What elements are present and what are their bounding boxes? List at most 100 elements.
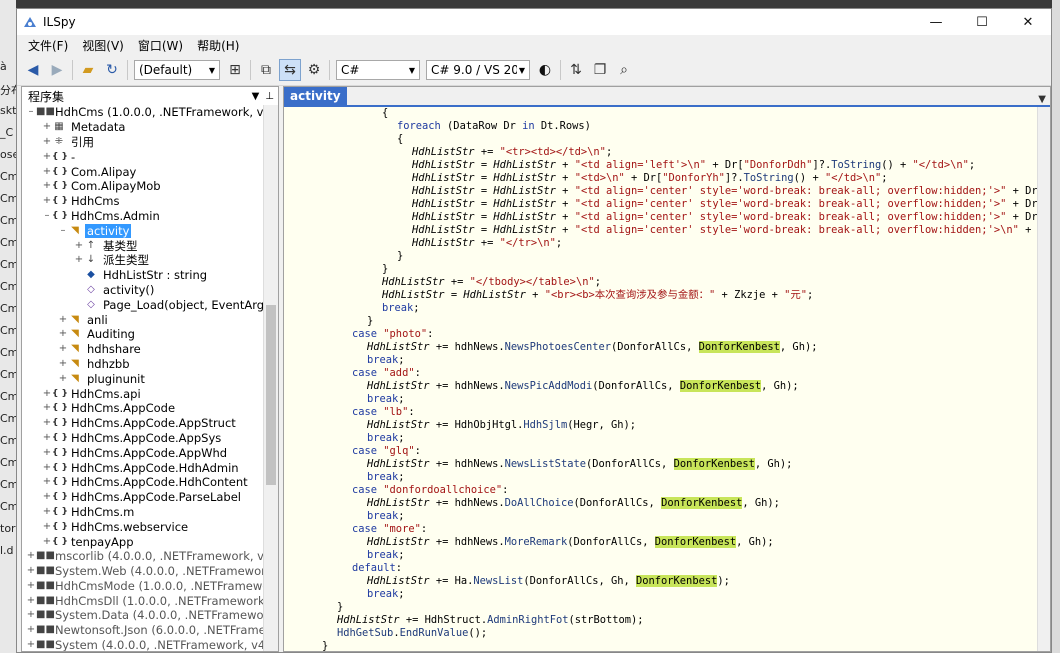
expand-icon[interactable]: + [42, 535, 52, 549]
theme-moon-icon[interactable]: ◐ [534, 59, 556, 81]
pane-dropdown-icon[interactable]: ▼ [252, 91, 260, 102]
tree-node[interactable]: + ↓ 派生类型 [22, 253, 264, 268]
tree-node[interactable]: + ◥ anli [22, 312, 264, 327]
menu-help[interactable]: 帮助(H) [190, 37, 246, 54]
tree-node[interactable]: +■■HdhCmsMode (1.0.0.0, .NETFramework, ’ [22, 579, 264, 594]
highlighted-reference[interactable]: DonforKenbest [654, 536, 737, 548]
tree-node[interactable]: +{ } Com.AlipayMob [22, 179, 264, 194]
manage-assembly-lists-icon[interactable]: ⊞ [224, 59, 246, 81]
expand-icon[interactable]: + [42, 446, 52, 460]
expand-icon[interactable]: + [42, 150, 52, 164]
expand-icon[interactable]: + [42, 461, 52, 475]
refresh-icon[interactable]: ↻ [101, 59, 123, 81]
expand-icon[interactable]: + [42, 505, 52, 519]
tree-node[interactable]: +{ } HdhCms [22, 194, 264, 209]
open-folder-icon[interactable]: ▰ [77, 59, 99, 81]
tree-node[interactable]: +{ } HdhCms.AppCode.HdhAdmin [22, 460, 264, 475]
expand-icon[interactable]: + [42, 520, 52, 534]
tree-node[interactable]: +{ } HdhCms.AppCode.HdhContent [22, 475, 264, 490]
collapse-icon[interactable]: – [26, 105, 36, 119]
expand-icon[interactable]: + [26, 549, 36, 563]
code-token[interactable]: DoAllChoice [505, 497, 574, 509]
menu-file[interactable]: 文件(F) [21, 37, 75, 54]
highlighted-reference[interactable]: DonforKenbest [636, 575, 718, 587]
tree-node[interactable]: +■■System.Data (4.0.0.0, .NETFramework, … [22, 608, 264, 623]
expand-icon[interactable]: + [26, 564, 36, 578]
tree-node[interactable]: +{ } HdhCms.api [22, 386, 264, 401]
tree-scrollbar-thumb[interactable] [266, 305, 276, 485]
tree-node[interactable]: +{ } HdhCms.AppCode.ParseLabel [22, 490, 264, 505]
code-token[interactable]: ToString [831, 159, 881, 171]
expand-icon[interactable]: + [42, 475, 52, 489]
tree-node[interactable]: – ◥ activity [22, 223, 264, 238]
maximize-button[interactable]: ☐ [959, 9, 1005, 35]
highlighted-reference[interactable]: DonforKenbest [673, 458, 755, 470]
tree-node[interactable]: +{ } HdhCms.AppCode.AppStruct [22, 416, 264, 431]
tree-node[interactable]: +{ } - [22, 149, 264, 164]
tree-node[interactable]: +{ } HdhCms.webservice [22, 519, 264, 534]
tree-node[interactable]: +{ } tenpayApp [22, 534, 264, 549]
tree-node[interactable]: + ◥ hdhzbb [22, 357, 264, 372]
code-token[interactable]: NewsPhotoesCenter [505, 341, 611, 353]
code-token[interactable]: NewsList [473, 575, 523, 587]
expand-icon[interactable]: + [74, 253, 84, 267]
expand-icon[interactable]: + [58, 357, 68, 371]
tree-scrollbar[interactable] [263, 105, 278, 651]
code-token[interactable]: NewsPicAddModi [505, 380, 593, 392]
tree-node[interactable]: + ■■ System (4.0.0.0, .NETFramework, v4.0) [22, 638, 264, 651]
expand-icon[interactable]: + [58, 327, 68, 341]
code-view[interactable]: {foreach (DataRow Dr in Dt.Rows){HdhList… [284, 107, 1038, 651]
minimize-button[interactable]: — [913, 9, 959, 35]
tree-node[interactable]: + ■■ mscorlib (4.0.0.0, .NETFramework, v4.… [22, 549, 264, 564]
expand-icon[interactable]: + [42, 165, 52, 179]
code-token[interactable]: MoreRemark [505, 536, 568, 548]
tree-node[interactable]: +■■HdhCmsDll (1.0.0.0, .NETFramework, v4… [22, 593, 264, 608]
tree-node[interactable]: ◆ HdhListStr : string [22, 268, 264, 283]
tree-node[interactable]: ◇ Page_Load(object, EventArgs) : [22, 297, 264, 312]
expand-icon[interactable]: + [42, 120, 52, 134]
collapse-icon[interactable]: – [42, 209, 52, 223]
tree-node[interactable]: + ◥ pluginunit [22, 371, 264, 386]
tree-node[interactable]: +{ } HdhCms.AppCode [22, 401, 264, 416]
tree-node[interactable]: +{ } HdhCms.m [22, 505, 264, 520]
expand-icon[interactable]: + [58, 313, 68, 327]
expand-icon[interactable]: + [58, 342, 68, 356]
expand-icon[interactable]: + [74, 239, 84, 253]
show-public-api-icon[interactable]: ⚙ [303, 59, 325, 81]
menu-window[interactable]: 窗口(W) [131, 37, 190, 54]
code-token[interactable]: HdhSjlm [523, 419, 567, 431]
code-token[interactable]: EndRunValue [400, 627, 469, 639]
expand-icon[interactable]: + [58, 372, 68, 386]
close-button[interactable]: ✕ [1005, 9, 1051, 35]
tree-node[interactable]: ◇ activity() [22, 283, 264, 298]
expand-icon[interactable]: + [42, 194, 52, 208]
highlighted-reference[interactable]: DonforKenbest [679, 380, 762, 392]
expand-icon[interactable]: + [26, 594, 36, 608]
tree-node[interactable]: + ◥ hdhshare [22, 342, 264, 357]
language-version-select[interactable]: C# 9.0 / VS 2019▼ [426, 60, 530, 80]
sort-icon[interactable]: ⇅ [565, 59, 587, 81]
tree-node[interactable]: +■■System.Web (4.0.0.0, .NETFramework, v… [22, 564, 264, 579]
expand-icon[interactable]: + [42, 179, 52, 193]
tree-node[interactable]: + ◥ Auditing [22, 327, 264, 342]
highlighted-reference[interactable]: DonforKenbest [698, 341, 780, 353]
language-select[interactable]: C# ▼ [336, 60, 420, 80]
tree-node[interactable]: +■■Newtonsoft.Json (6.0.0.0, .NETFramewo… [22, 623, 264, 638]
forward-icon[interactable]: ▶ [46, 59, 68, 81]
back-icon[interactable]: ◀ [22, 59, 44, 81]
expand-icon[interactable]: + [26, 623, 36, 637]
code-token[interactable]: NewsListState [505, 458, 586, 470]
code-token[interactable]: ToString [744, 172, 794, 184]
expand-icon[interactable]: + [42, 387, 52, 401]
highlighted-reference[interactable]: DonforKenbest [661, 497, 743, 509]
expand-icon[interactable]: + [42, 401, 52, 415]
expand-icon[interactable]: + [42, 490, 52, 504]
tree-node[interactable]: – ■■ HdhCms (1.0.0.0, .NETFramework, v4.0) [22, 105, 265, 120]
code-scrollbar[interactable] [1037, 107, 1050, 651]
tree-node[interactable]: +{ } HdhCms.AppCode.AppSys [22, 431, 264, 446]
tree-node[interactable]: + ▦ Metadata [22, 120, 264, 135]
show-internal-api-icon[interactable]: ⇆ [279, 59, 301, 81]
expand-icon[interactable]: + [42, 416, 52, 430]
collapse-icon[interactable]: – [58, 224, 68, 238]
assembly-list-select[interactable]: (Default) ▼ [134, 60, 220, 80]
